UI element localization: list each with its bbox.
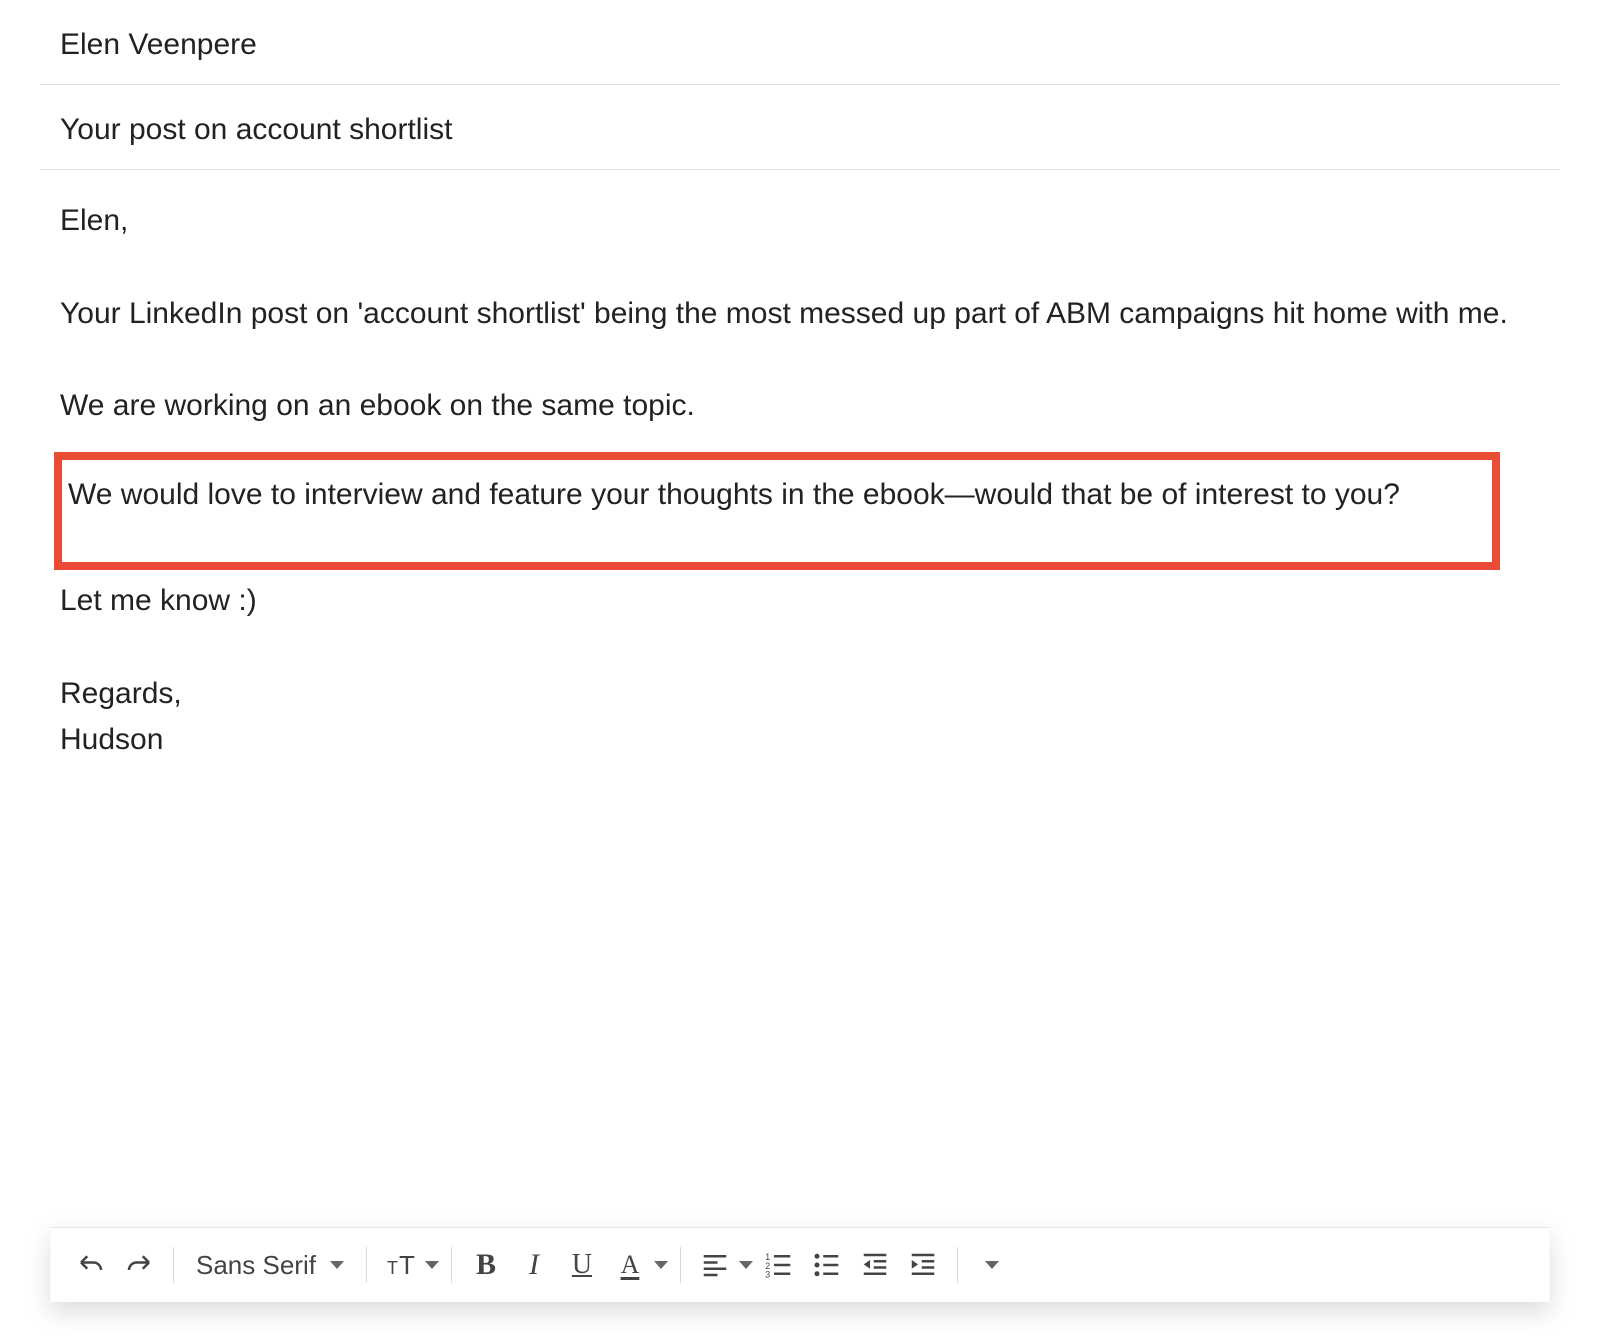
body-para1: Your LinkedIn post on 'account shortlist… — [60, 291, 1540, 338]
numbered-list-button[interactable]: 1 2 3 — [757, 1243, 801, 1287]
chevron-down-icon — [739, 1261, 753, 1269]
toolbar-divider — [680, 1247, 681, 1283]
highlighted-annotation: We would love to interview and feature y… — [54, 452, 1500, 571]
bold-icon: B — [476, 1248, 496, 1282]
svg-text:3: 3 — [765, 1270, 770, 1280]
font-family-label: Sans Serif — [196, 1250, 316, 1281]
formatting-toolbar: Sans Serif TT B I U A — [50, 1227, 1550, 1302]
italic-icon: I — [529, 1248, 539, 1282]
compose-window: Elen Veenpere Your post on account short… — [30, 0, 1570, 990]
chevron-down-icon — [654, 1261, 668, 1269]
chevron-down-icon — [330, 1261, 344, 1269]
font-size-icon: TT — [387, 1250, 415, 1281]
italic-button[interactable]: I — [512, 1243, 556, 1287]
align-left-icon — [700, 1250, 730, 1280]
toolbar-divider — [173, 1247, 174, 1283]
chevron-down-icon — [985, 1261, 999, 1269]
bullet-list-button[interactable] — [805, 1243, 849, 1287]
text-color-icon: A — [621, 1250, 640, 1280]
indent-decrease-icon — [860, 1250, 890, 1280]
bold-button[interactable]: B — [464, 1243, 508, 1287]
chevron-down-icon — [425, 1261, 439, 1269]
indent-less-button[interactable] — [853, 1243, 897, 1287]
underline-button[interactable]: U — [560, 1243, 604, 1287]
text-color-button[interactable]: A — [608, 1243, 668, 1287]
body-highlighted: We would love to interview and feature y… — [68, 472, 1486, 519]
undo-icon — [76, 1250, 106, 1280]
body-para2: We are working on an ebook on the same t… — [60, 383, 1540, 430]
body-para3: Let me know :) — [60, 578, 1540, 625]
font-family-select[interactable]: Sans Serif — [186, 1250, 354, 1281]
to-field[interactable]: Elen Veenpere — [40, 0, 1560, 85]
align-button[interactable] — [693, 1243, 753, 1287]
body-greeting: Elen, — [60, 198, 1540, 245]
numbered-list-icon: 1 2 3 — [764, 1250, 794, 1280]
redo-button[interactable] — [117, 1243, 161, 1287]
bullet-list-icon — [812, 1250, 842, 1280]
recipient-name: Elen Veenpere — [60, 28, 257, 61]
font-size-select[interactable]: TT — [379, 1243, 439, 1287]
toolbar-divider — [366, 1247, 367, 1283]
body-closing-name: Hudson — [60, 717, 1540, 764]
undo-button[interactable] — [69, 1243, 113, 1287]
subject-text: Your post on account shortlist — [60, 113, 452, 146]
more-formatting-button[interactable] — [970, 1243, 1014, 1287]
toolbar-divider — [957, 1247, 958, 1283]
underline-icon: U — [572, 1249, 592, 1281]
subject-field[interactable]: Your post on account shortlist — [40, 85, 1560, 170]
body-closing-regards: Regards, — [60, 671, 1540, 718]
indent-increase-icon — [908, 1250, 938, 1280]
indent-more-button[interactable] — [901, 1243, 945, 1287]
toolbar-divider — [451, 1247, 452, 1283]
redo-icon — [124, 1250, 154, 1280]
email-body-editor[interactable]: Elen, Your LinkedIn post on 'account sho… — [40, 170, 1560, 990]
